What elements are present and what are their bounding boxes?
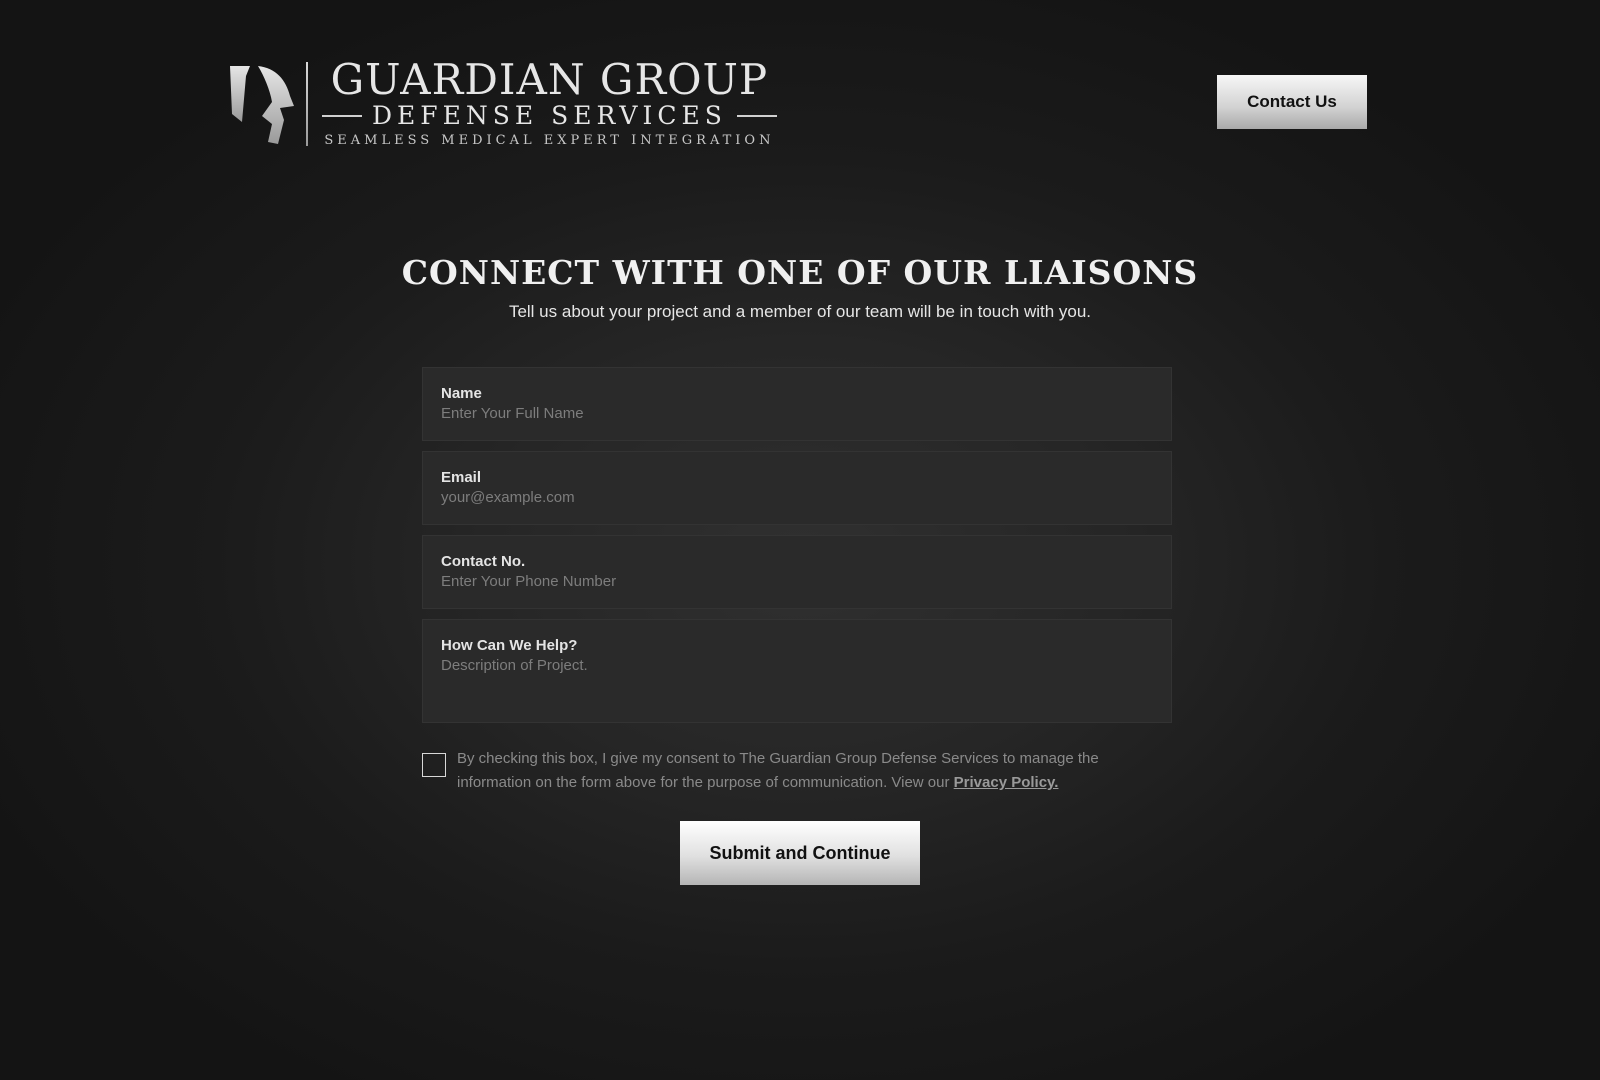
email-label: Email xyxy=(441,469,482,486)
contact-form: Name Email Contact No. How Can We Help? … xyxy=(422,367,1172,795)
logo-divider xyxy=(306,62,308,146)
logo-subtitle-row: DEFENSE SERVICES xyxy=(322,102,777,130)
phone-label: Contact No. xyxy=(441,553,526,570)
consent-row: By checking this box, I give my consent … xyxy=(422,747,1172,795)
logo-title: GUARDIAN GROUP xyxy=(330,55,769,104)
logo-dash-right xyxy=(736,115,777,117)
logo-text: GUARDIAN GROUP DEFENSE SERVICES SEAMLESS… xyxy=(322,58,777,150)
spartan-helmet-icon xyxy=(230,66,294,144)
contact-us-button[interactable]: Contact Us xyxy=(1217,75,1367,129)
page-subtitle: Tell us about your project and a member … xyxy=(508,302,1092,321)
name-field[interactable]: Name xyxy=(422,367,1172,441)
logo-dash-left xyxy=(322,115,362,117)
help-textarea[interactable] xyxy=(441,657,1153,703)
privacy-policy-link[interactable]: Privacy Policy. xyxy=(954,774,1059,791)
consent-checkbox[interactable] xyxy=(422,753,446,777)
name-input[interactable] xyxy=(441,405,1153,422)
logo-tagline: SEAMLESS MEDICAL EXPERT INTEGRATION xyxy=(324,133,775,148)
phone-field[interactable]: Contact No. xyxy=(422,535,1172,609)
page-title: CONNECT WITH ONE OF OUR LIAISONS xyxy=(401,253,1199,292)
phone-input[interactable] xyxy=(441,573,1153,590)
logo-subtitle: DEFENSE SERVICES xyxy=(372,101,727,130)
name-label: Name xyxy=(441,385,482,402)
help-label: How Can We Help? xyxy=(441,637,578,654)
help-field[interactable]: How Can We Help? xyxy=(422,619,1172,723)
submit-button[interactable]: Submit and Continue xyxy=(680,821,920,885)
consent-text: By checking this box, I give my consent … xyxy=(457,747,1157,795)
email-field[interactable]: Email xyxy=(422,451,1172,525)
company-logo[interactable]: GUARDIAN GROUP DEFENSE SERVICES SEAMLESS… xyxy=(228,58,777,150)
email-input[interactable] xyxy=(441,489,1153,506)
